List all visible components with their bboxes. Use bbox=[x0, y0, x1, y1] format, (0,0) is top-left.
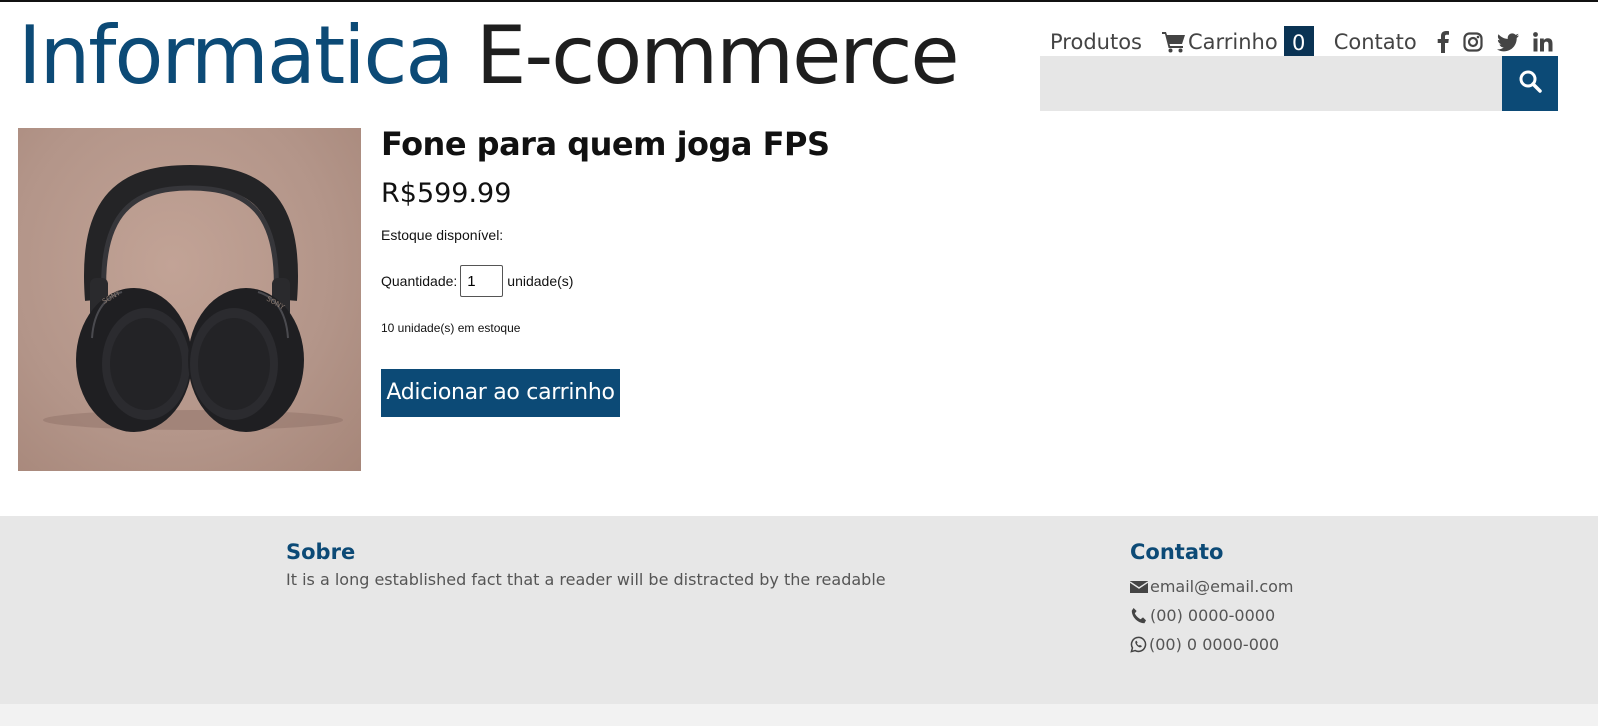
cart-icon bbox=[1161, 31, 1188, 53]
phone-icon bbox=[1130, 607, 1150, 625]
footer-about: Sobre It is a long established fact that… bbox=[286, 538, 886, 589]
logo-rest: E-commerce bbox=[452, 9, 960, 102]
product-price: R$599.99 bbox=[381, 178, 512, 209]
search-input[interactable] bbox=[1040, 56, 1502, 111]
nav-contact-link[interactable]: Contato bbox=[1334, 30, 1417, 54]
cart-count-badge: 0 bbox=[1283, 26, 1314, 58]
contact-email-text: email@email.com bbox=[1150, 577, 1294, 596]
footer: Sobre It is a long established fact that… bbox=[0, 516, 1598, 704]
product-details: Fone para quem joga FPS R$599.99 Estoque… bbox=[381, 122, 830, 417]
envelope-icon bbox=[1130, 580, 1150, 594]
linkedin-icon[interactable] bbox=[1532, 32, 1553, 52]
nav-products-link[interactable]: Produtos bbox=[1050, 30, 1142, 54]
search-icon bbox=[1518, 69, 1542, 98]
contact-email[interactable]: email@email.com bbox=[1130, 572, 1294, 601]
logo-brand: Informatica bbox=[18, 9, 454, 102]
cart-label: Carrinho bbox=[1187, 30, 1278, 54]
twitter-icon[interactable] bbox=[1496, 32, 1519, 52]
nav-cart-link[interactable]: Carrinho 0 bbox=[1161, 26, 1314, 58]
footer-contact-title: Contato bbox=[1130, 540, 1224, 564]
search-button[interactable] bbox=[1502, 56, 1558, 111]
site-logo[interactable]: Informatica E-commerce bbox=[18, 6, 960, 106]
stock-count: 10 unidade(s) em estoque bbox=[381, 321, 521, 335]
facebook-icon[interactable] bbox=[1437, 31, 1449, 53]
footer-contact: Contato email@email.com (00) 0000-0000 (… bbox=[1130, 538, 1294, 659]
quantity-input[interactable] bbox=[460, 265, 504, 297]
contact-phone-text: (00) 0000-0000 bbox=[1150, 606, 1276, 625]
contact-whatsapp[interactable]: (00) 0 0000-000 bbox=[1130, 630, 1294, 659]
quantity-row: Quantidade: unidade(s) bbox=[381, 265, 573, 297]
whatsapp-icon bbox=[1130, 636, 1149, 653]
social-links bbox=[1431, 31, 1553, 53]
product-title: Fone para quem joga FPS bbox=[381, 125, 830, 163]
main-nav: Produtos Carrinho 0 Contato bbox=[1050, 26, 1553, 58]
contact-phone[interactable]: (00) 0000-0000 bbox=[1130, 601, 1294, 630]
add-to-cart-button[interactable]: Adicionar ao carrinho bbox=[381, 369, 620, 417]
instagram-icon[interactable] bbox=[1463, 32, 1483, 52]
footer-bottom-strip bbox=[0, 704, 1598, 726]
footer-about-title: Sobre bbox=[286, 540, 356, 564]
contact-whatsapp-text: (00) 0 0000-000 bbox=[1149, 635, 1280, 654]
quantity-label: Quantidade: bbox=[381, 273, 458, 289]
product-image: SONY SONY bbox=[18, 128, 361, 471]
footer-about-text: It is a long established fact that a rea… bbox=[286, 570, 886, 589]
unit-label: unidade(s) bbox=[507, 273, 574, 289]
search-bar bbox=[1040, 56, 1558, 111]
top-border bbox=[0, 0, 1598, 2]
stock-label: Estoque disponível: bbox=[381, 227, 504, 243]
